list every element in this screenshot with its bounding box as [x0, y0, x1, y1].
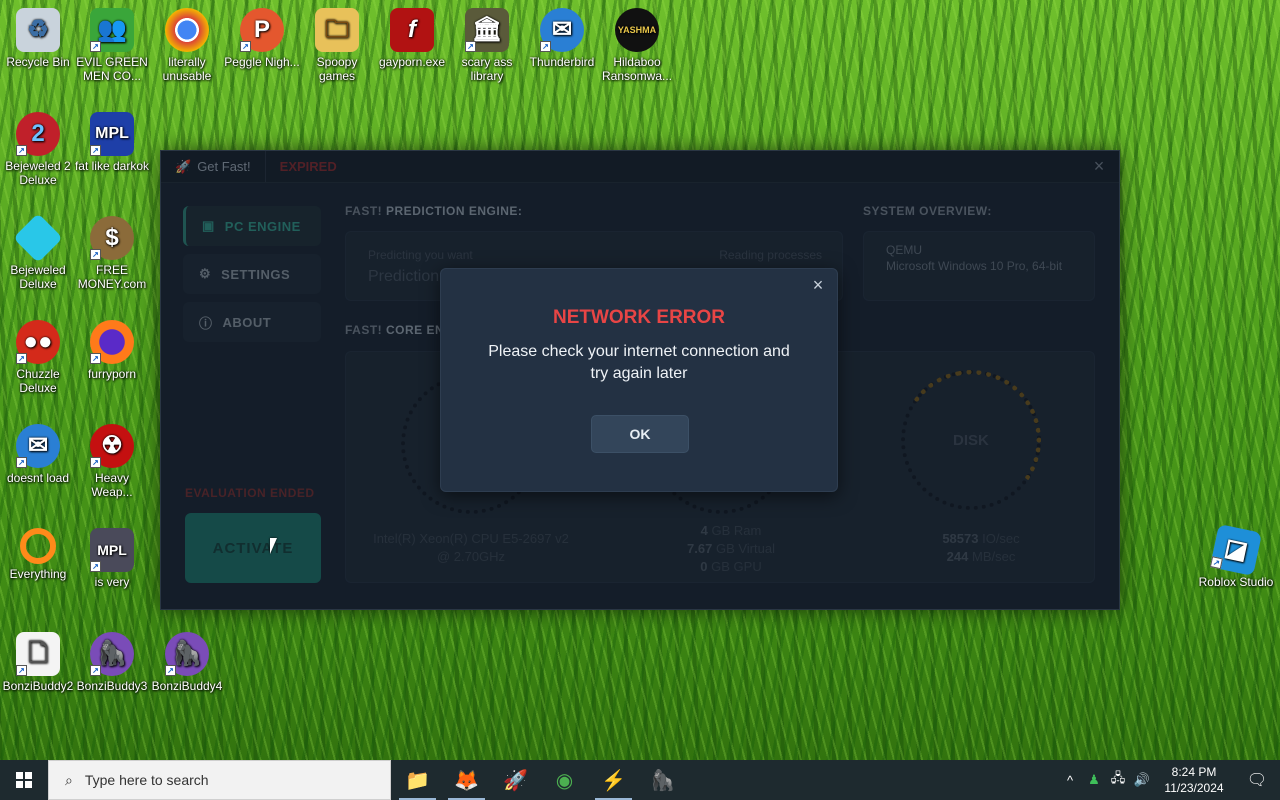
- library-icon: 🏛 ↗: [465, 8, 509, 52]
- desktop-icon-gayporn[interactable]: f gayporn.exe: [374, 8, 450, 69]
- bonzibuddy-icon: 🦍 ↗: [165, 632, 209, 676]
- desktop-icon-bejeweled2[interactable]: 2 ↗ Bejeweled 2 Deluxe: [0, 112, 76, 187]
- bejeweled-icon: [13, 213, 63, 263]
- desktop-icon-spoopy-games[interactable]: 🗀 Spoopy games: [299, 8, 375, 83]
- bonzibuddy-icon: 🦍: [650, 769, 675, 792]
- mouse-cursor: [270, 538, 277, 554]
- dialog-close-button[interactable]: ×: [807, 275, 829, 297]
- firefox-icon: 🦊: [454, 769, 479, 792]
- desktop-icon-everything[interactable]: Everything: [0, 528, 76, 581]
- mpl-shield-icon: MPL ↗: [90, 528, 134, 572]
- heavy-weapon-icon: ☢ ↗: [90, 424, 134, 468]
- taskbar-search-input[interactable]: ⌕ Type here to search: [48, 760, 391, 800]
- windows-logo-icon: [16, 772, 32, 788]
- user-icon[interactable]: ♟: [1082, 772, 1106, 788]
- taskbar-file-explorer[interactable]: 📁: [393, 760, 442, 800]
- desktop-icon-chuzzle[interactable]: ●● ↗ Chuzzle Deluxe: [0, 320, 76, 395]
- desktop-icon-hildaboo[interactable]: YASHMA Hildaboo Ransomwa...: [599, 8, 675, 83]
- search-icon: ⌕: [65, 771, 73, 788]
- folder-icon: 🗀: [315, 8, 359, 52]
- get-fast-icon: ⚡: [601, 769, 626, 792]
- desktop-icon-bonzibuddy2[interactable]: 🗋 ↗ BonziBuddy2: [0, 632, 76, 693]
- bonzibuddy-icon: 🦍 ↗: [90, 632, 134, 676]
- network-error-dialog: × NETWORK ERROR Please check your intern…: [440, 268, 838, 492]
- system-tray: ^ ♟ 🖧 🔊 8:24 PM 11/23/2024 🗨: [1058, 760, 1280, 800]
- clock-time: 8:24 PM: [1171, 765, 1217, 779]
- bonzibuddy-folder-icon: 🗋 ↗: [16, 632, 60, 676]
- ok-button[interactable]: OK: [591, 415, 689, 453]
- desktop-icon-roblox-studio[interactable]: ◪ ↗ Roblox Studio: [1198, 523, 1274, 589]
- chuzzle-icon: ●● ↗: [16, 320, 60, 364]
- chrome-icon: ◉: [555, 769, 574, 792]
- search-placeholder: Type here to search: [84, 772, 209, 788]
- desktop-icon-chrome[interactable]: literally unusable: [149, 8, 225, 83]
- taskbar-clock[interactable]: 8:24 PM 11/23/2024: [1154, 764, 1234, 796]
- desktop-icon-thunderbird[interactable]: ✉ ↗ Thunderbird: [524, 8, 600, 69]
- desktop-icon-recycle-bin[interactable]: ♻ Recycle Bin: [0, 8, 76, 69]
- mpl-icon: MPL ↗: [90, 112, 134, 156]
- desktop-icon-heavy-weapon[interactable]: ☢ ↗ Heavy Weap...: [74, 424, 150, 499]
- money-bag-icon: $ ↗: [90, 216, 134, 260]
- desktop-icon-scary-library[interactable]: 🏛 ↗ scary ass library: [449, 8, 525, 83]
- desktop-icon-fat-like-darkok[interactable]: MPL ↗ fat like darkok: [74, 112, 150, 173]
- desktop-icon-furryporn[interactable]: ↗ furryporn: [74, 320, 150, 381]
- taskbar-get-fast[interactable]: ⚡: [589, 760, 638, 800]
- taskbar-rocket-app[interactable]: 🚀: [491, 760, 540, 800]
- flash-icon: f: [390, 8, 434, 52]
- taskbar-chrome[interactable]: ◉: [540, 760, 589, 800]
- firefox-icon: ↗: [90, 320, 134, 364]
- ransomware-icon: YASHMA: [615, 8, 659, 52]
- taskbar-firefox[interactable]: 🦊: [442, 760, 491, 800]
- desktop-icon-is-very[interactable]: MPL ↗ is very: [74, 528, 150, 589]
- recycle-bin-icon: ♻: [16, 8, 60, 52]
- evil-green-men-icon: 👥 ↗: [90, 8, 134, 52]
- desktop-icon-bonzibuddy4[interactable]: 🦍 ↗ BonziBuddy4: [149, 632, 225, 693]
- dialog-title: NETWORK ERROR: [552, 307, 726, 328]
- thunderbird-icon: ✉ ↗: [540, 8, 584, 52]
- rocket-icon: 🚀: [503, 769, 528, 792]
- roblox-studio-icon: ◪ ↗: [1209, 523, 1263, 577]
- taskbar: ⌕ Type here to search 📁 🦊 🚀 ◉ ⚡ 🦍 ^ ♟ 🖧 …: [0, 760, 1280, 800]
- clock-date: 11/23/2024: [1164, 781, 1224, 795]
- desktop-icon-free-money[interactable]: $ ↗ FREE MONEY.com: [74, 216, 150, 291]
- taskbar-bonzibuddy[interactable]: 🦍: [638, 760, 687, 800]
- peggle-icon: P ↗: [240, 8, 284, 52]
- desktop-icon-bejeweled[interactable]: Bejeweled Deluxe: [0, 213, 76, 291]
- dialog-message: Please check your internet connection an…: [488, 343, 790, 382]
- desktop-icon-bonzibuddy3[interactable]: 🦍 ↗ BonziBuddy3: [74, 632, 150, 693]
- start-button[interactable]: [0, 760, 48, 800]
- thunderbird-icon: ✉ ↗: [16, 424, 60, 468]
- everything-search-icon: [20, 528, 56, 564]
- volume-icon[interactable]: 🔊: [1130, 772, 1154, 788]
- desktop-icon-peggle[interactable]: P ↗ Peggle Nigh...: [224, 8, 300, 69]
- chrome-icon: [165, 8, 209, 52]
- desktop-icon-evil-green-men[interactable]: 👥 ↗ EVIL GREEN MEN CO...: [74, 8, 150, 83]
- desktop-icon-doesnt-load[interactable]: ✉ ↗ doesnt load: [0, 424, 76, 485]
- notification-icon[interactable]: 🗨: [1234, 770, 1280, 790]
- chevron-up-icon[interactable]: ^: [1058, 773, 1082, 788]
- bejeweled2-icon: 2 ↗: [16, 112, 60, 156]
- network-icon[interactable]: 🖧: [1106, 769, 1130, 791]
- file-explorer-icon: 📁: [405, 769, 430, 792]
